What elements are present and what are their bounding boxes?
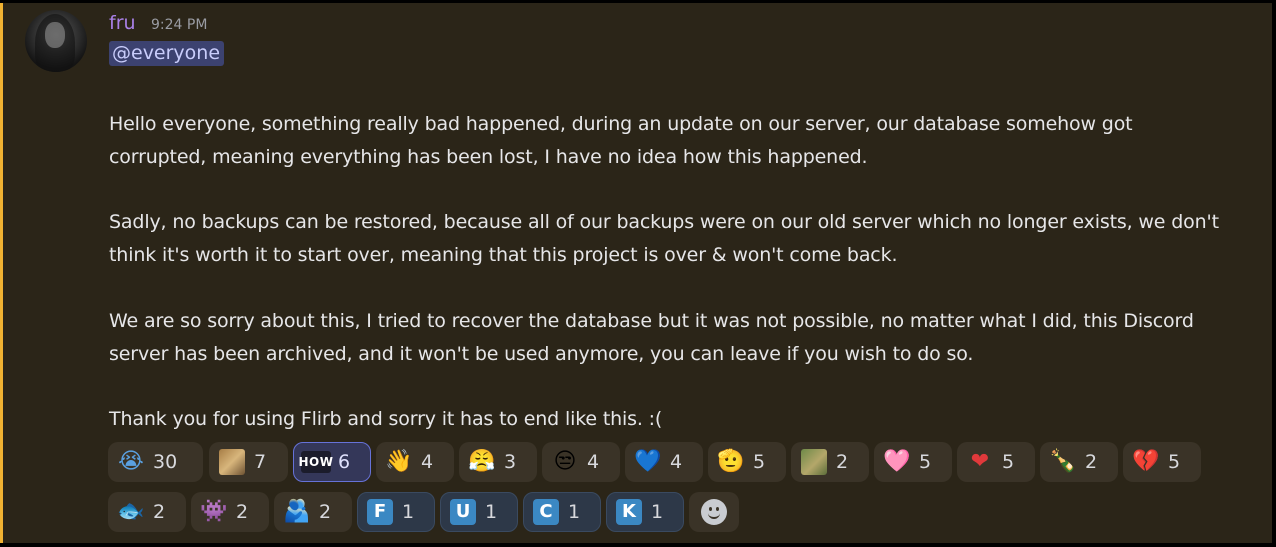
- reaction-count: 1: [402, 501, 415, 523]
- reaction-count: 2: [153, 501, 166, 523]
- people-hugging-icon: 🫂: [283, 499, 311, 524]
- reaction-count: 4: [670, 451, 683, 473]
- reaction-steam[interactable]: 😤 3: [459, 442, 537, 482]
- loudly-crying-face-icon: 😭: [118, 449, 144, 474]
- avatar[interactable]: [25, 10, 87, 72]
- reaction-letter-u[interactable]: U 1: [440, 492, 518, 532]
- reaction-count: 2: [319, 501, 332, 523]
- reaction-pink-heart[interactable]: 🩷 5: [874, 442, 952, 482]
- reaction-cat[interactable]: 7: [209, 442, 288, 482]
- reaction-count: 5: [1002, 451, 1015, 473]
- reaction-space-invader[interactable]: 👾 2: [191, 492, 269, 532]
- message-item: fru 9:24 PM @everyone Hello everyone, so…: [0, 3, 1272, 543]
- cat-image-emoji-icon: [218, 448, 246, 476]
- reaction-people-hugging[interactable]: 🫂 2: [274, 492, 352, 532]
- reaction-count: 2: [1085, 451, 1098, 473]
- reaction-how[interactable]: HOW 6: [293, 442, 371, 482]
- reaction-letter-f[interactable]: F 1: [357, 492, 435, 532]
- reaction-count: 5: [1168, 451, 1181, 473]
- reaction-broken-heart[interactable]: 💔 5: [1123, 442, 1201, 482]
- reaction-blue-heart[interactable]: 💙 4: [625, 442, 703, 482]
- avatar-face: [45, 22, 65, 48]
- message-paragraph: Thank you for using Flirb and sorry it h…: [109, 408, 663, 430]
- regional-indicator-k-icon: K: [615, 498, 643, 526]
- waving-hand-icon: 👋: [385, 449, 413, 474]
- add-reaction-icon: [700, 498, 728, 526]
- reaction-count: 30: [153, 451, 178, 473]
- regional-indicator-f-icon: F: [366, 498, 394, 526]
- reaction-count: 2: [836, 451, 849, 473]
- unamused-face-icon: 😒: [553, 449, 577, 474]
- reaction-count: 1: [485, 501, 498, 523]
- space-invader-icon: 👾: [200, 499, 228, 524]
- chat-frame: fru 9:24 PM @everyone Hello everyone, so…: [0, 0, 1276, 547]
- reaction-letter-c[interactable]: C 1: [523, 492, 601, 532]
- message-paragraph: Hello everyone, something really bad hap…: [109, 113, 1133, 168]
- message-paragraph: Sadly, no backups can be restored, becau…: [109, 211, 1219, 266]
- reaction-count: 3: [504, 451, 517, 473]
- reaction-loudly-crying[interactable]: 😭 30: [108, 442, 203, 482]
- reaction-count: 4: [421, 451, 434, 473]
- regional-indicator-u-icon: U: [449, 498, 477, 526]
- reaction-waving-hand[interactable]: 👋 4: [376, 442, 454, 482]
- field-image-emoji-icon: [800, 448, 828, 476]
- reaction-count: 1: [568, 501, 581, 523]
- reaction-fish[interactable]: 🐟 2: [108, 492, 186, 532]
- reaction-count: 1: [651, 501, 664, 523]
- regional-indicator-c-icon: C: [532, 498, 560, 526]
- red-heart-icon: ❤: [970, 449, 990, 474]
- blue-heart-icon: 💙: [634, 449, 662, 474]
- reaction-count: 7: [254, 451, 267, 473]
- broken-heart-icon: 💔: [1132, 449, 1160, 474]
- reaction-bottle[interactable]: 🍾 2: [1040, 442, 1118, 482]
- pink-heart-icon: 🩷: [883, 449, 911, 474]
- reaction-unamused[interactable]: 😒 4: [542, 442, 620, 482]
- face-with-steam-icon: 😤: [468, 449, 496, 474]
- reaction-field[interactable]: 2: [791, 442, 869, 482]
- fish-icon: 🐟: [117, 499, 145, 524]
- everyone-mention[interactable]: @everyone: [109, 41, 225, 66]
- reaction-count: 5: [753, 451, 766, 473]
- message-timestamp: 9:24 PM: [151, 17, 208, 33]
- reaction-count: 6: [338, 451, 351, 473]
- message-paragraph: We are so sorry about this, I tried to r…: [109, 310, 1194, 365]
- add-reaction-button[interactable]: [689, 492, 739, 532]
- author-username[interactable]: fru: [109, 12, 136, 34]
- reaction-saluting[interactable]: 🫡 5: [708, 442, 786, 482]
- reaction-count: 4: [587, 451, 600, 473]
- reaction-count: 2: [236, 501, 249, 523]
- reaction-letter-k[interactable]: K 1: [606, 492, 684, 532]
- saluting-face-icon: 🫡: [717, 449, 745, 474]
- reaction-count: 5: [919, 451, 932, 473]
- bottle-emoji-icon: 🍾: [1049, 449, 1077, 474]
- how-text-emoji-icon: HOW: [299, 448, 333, 476]
- reaction-red-heart[interactable]: ❤ 5: [957, 442, 1035, 482]
